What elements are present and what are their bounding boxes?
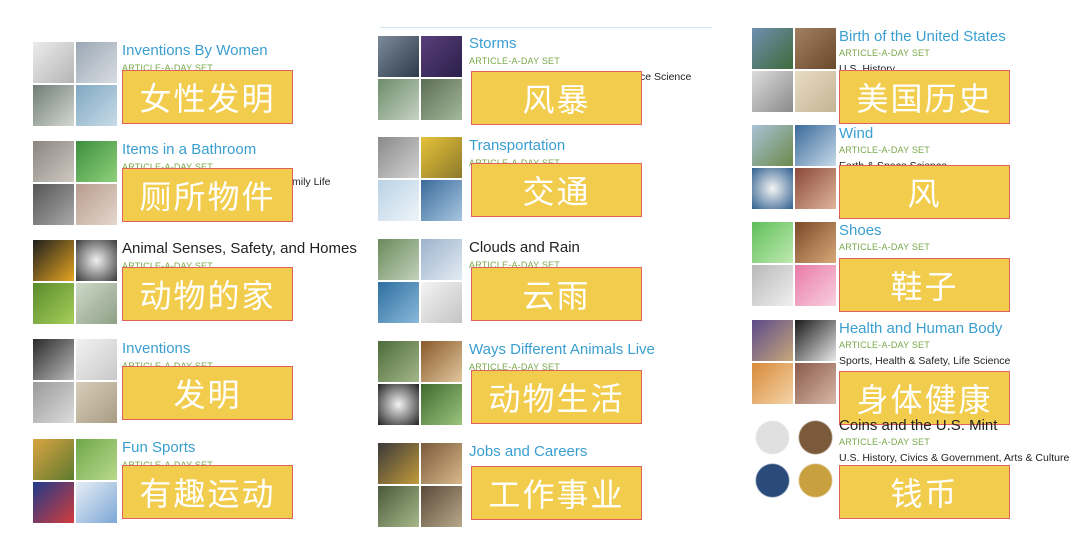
set-title[interactable]: Health and Human Body: [839, 320, 1002, 337]
chinese-label-overlay: 交通: [471, 163, 642, 217]
chinese-label-overlay: 女性发明: [122, 70, 293, 124]
set-category: mily Life: [292, 176, 331, 188]
thumbnail-grid[interactable]: [378, 443, 462, 527]
set-category: ce Science: [640, 71, 692, 83]
set-title[interactable]: Jobs and Careers: [469, 443, 587, 460]
chinese-label-overlay: 钱币: [839, 465, 1010, 519]
set-title[interactable]: Fun Sports: [122, 439, 195, 456]
thumbnail-grid[interactable]: [33, 240, 117, 324]
set-title[interactable]: Ways Different Animals Live: [469, 341, 655, 358]
column-divider: [380, 27, 712, 28]
chinese-label-overlay: 风暴: [471, 71, 642, 125]
chinese-label-overlay: 云雨: [471, 267, 642, 321]
set-title[interactable]: Inventions: [122, 340, 190, 357]
set-title[interactable]: Inventions By Women: [122, 42, 268, 59]
set-category: U.S. History, Civics & Government, Arts …: [839, 452, 1070, 464]
set-subtitle: ARTICLE-A-DAY SET: [839, 340, 930, 350]
chinese-label-overlay: 动物生活: [471, 370, 642, 424]
set-subtitle: ARTICLE-A-DAY SET: [469, 56, 560, 66]
thumbnail-grid[interactable]: [33, 42, 117, 126]
chinese-label-overlay: 有趣运动: [122, 465, 293, 519]
set-category: Sports, Health & Safety, Life Science: [839, 355, 1011, 367]
set-title[interactable]: Coins and the U.S. Mint: [839, 417, 997, 434]
set-title[interactable]: Wind: [839, 125, 873, 142]
chinese-label-overlay: 美国历史: [839, 70, 1010, 124]
thumbnail-grid[interactable]: [378, 341, 462, 425]
set-title[interactable]: Birth of the United States: [839, 28, 1006, 45]
set-title[interactable]: Clouds and Rain: [469, 239, 580, 256]
set-subtitle: ARTICLE-A-DAY SET: [839, 437, 930, 447]
thumbnail-grid[interactable]: [378, 137, 462, 221]
thumbnail-grid[interactable]: [33, 439, 117, 523]
chinese-label-overlay: 鞋子: [839, 258, 1010, 312]
chinese-label-overlay: 厕所物件: [122, 168, 293, 222]
set-title[interactable]: Items in a Bathroom: [122, 141, 256, 158]
set-title[interactable]: Transportation: [469, 137, 565, 154]
chinese-label-overlay: 工作事业: [471, 466, 642, 520]
set-title[interactable]: Storms: [469, 35, 517, 52]
set-title[interactable]: Shoes: [839, 222, 882, 239]
set-subtitle: ARTICLE-A-DAY SET: [839, 145, 930, 155]
thumbnail-grid[interactable]: [33, 339, 117, 423]
thumbnail-grid[interactable]: [752, 28, 836, 112]
thumbnail-grid[interactable]: [378, 36, 462, 120]
thumbnail-grid[interactable]: [752, 320, 836, 404]
thumbnail-grid[interactable]: [33, 141, 117, 225]
chinese-label-overlay: 动物的家: [122, 267, 293, 321]
thumbnail-grid[interactable]: [378, 239, 462, 323]
chinese-label-overlay: 发明: [122, 366, 293, 420]
set-subtitle: ARTICLE-A-DAY SET: [839, 242, 930, 252]
thumbnail-grid[interactable]: [752, 222, 836, 306]
set-subtitle: ARTICLE-A-DAY SET: [839, 48, 930, 58]
chinese-label-overlay: 风: [839, 165, 1010, 219]
thumbnail-grid[interactable]: [752, 417, 836, 501]
thumbnail-grid[interactable]: [752, 125, 836, 209]
set-title[interactable]: Animal Senses, Safety, and Homes: [122, 240, 357, 257]
